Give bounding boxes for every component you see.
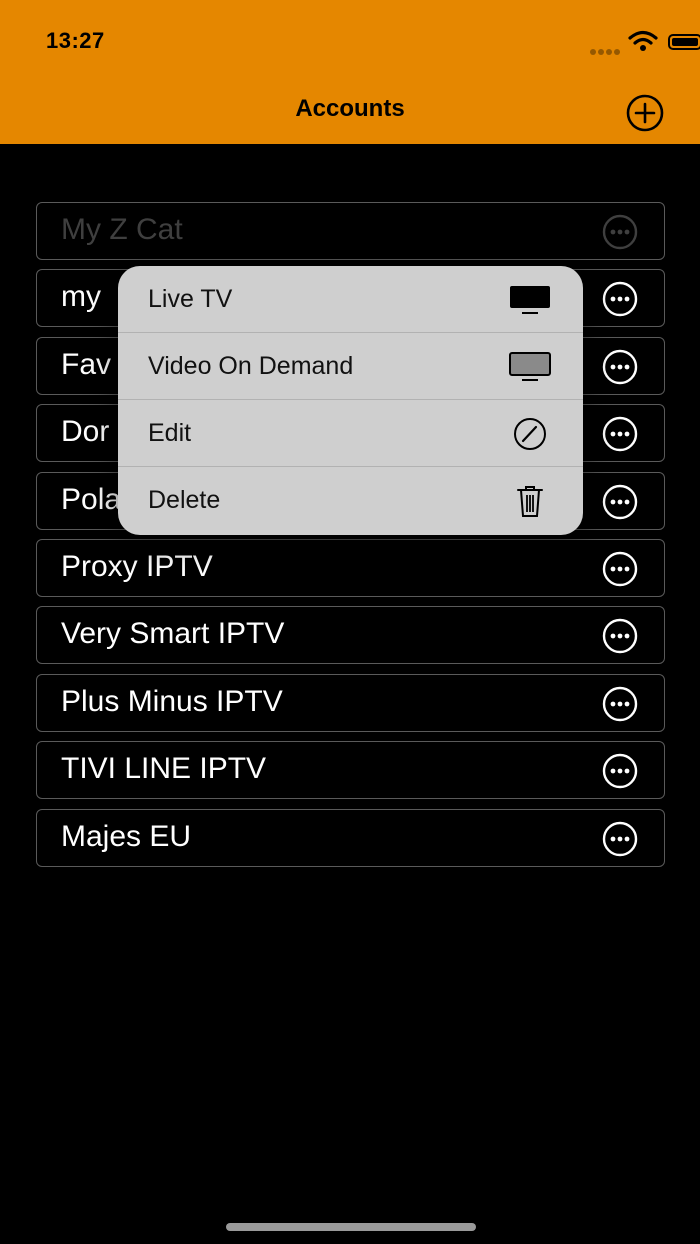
status-time: 13:27 (46, 28, 105, 53)
account-row[interactable]: TIVI LINE IPTV (36, 741, 665, 800)
menu-item-edit[interactable]: Edit (118, 400, 583, 467)
account-row[interactable]: Proxy IPTV (36, 538, 665, 597)
menu-item-label: Edit (148, 419, 192, 447)
menu-item-live-tv[interactable]: Live TV (118, 266, 583, 333)
header-bar: 13:27 Accounts (0, 0, 700, 144)
context-menu: Live TV Video On Demand Edit Delete (118, 266, 583, 535)
more-options-icon[interactable] (602, 753, 638, 789)
tv-icon (510, 286, 550, 314)
trash-icon (517, 486, 543, 517)
more-options-icon[interactable] (602, 686, 638, 722)
more-options-icon[interactable] (602, 484, 638, 520)
account-label: Very Smart IPTV (61, 617, 285, 651)
account-label: my (61, 280, 101, 314)
more-options-icon[interactable] (602, 416, 638, 452)
account-label: Fav (61, 347, 112, 381)
more-options-icon[interactable] (602, 281, 638, 317)
account-label: TIVI LINE IPTV (61, 752, 267, 786)
account-label: Pola (61, 482, 122, 516)
menu-item-delete[interactable]: Delete (118, 467, 583, 534)
wifi-icon (628, 30, 658, 51)
menu-item-label: Video On Demand (148, 352, 354, 380)
account-row[interactable]: Majes EU (36, 808, 665, 867)
home-indicator[interactable] (226, 1223, 476, 1231)
account-row[interactable]: My Z Cat (36, 202, 665, 260)
more-options-icon[interactable] (602, 551, 638, 587)
pencil-icon (514, 418, 546, 450)
battery-icon (668, 34, 700, 50)
more-options-icon[interactable] (602, 214, 638, 250)
menu-item-label: Live TV (148, 285, 233, 313)
more-options-icon[interactable] (602, 821, 638, 857)
menu-item-video-on-demand[interactable]: Video On Demand (118, 333, 583, 400)
page-title: Accounts (295, 95, 405, 122)
more-options-icon[interactable] (602, 618, 638, 654)
account-label: Dor (61, 415, 110, 449)
add-account-button[interactable] (626, 94, 664, 132)
account-row[interactable]: Plus Minus IPTV (36, 673, 665, 732)
account-label: My Z Cat (61, 213, 183, 246)
account-row[interactable]: Very Smart IPTV (36, 606, 665, 665)
menu-item-label: Delete (148, 486, 221, 514)
account-label: Majes EU (61, 819, 192, 853)
account-label: Plus Minus IPTV (61, 684, 283, 718)
monitor-icon (509, 352, 551, 381)
account-label: Proxy IPTV (61, 549, 213, 583)
cellular-signal-icon (590, 42, 622, 60)
more-options-icon[interactable] (602, 349, 638, 385)
